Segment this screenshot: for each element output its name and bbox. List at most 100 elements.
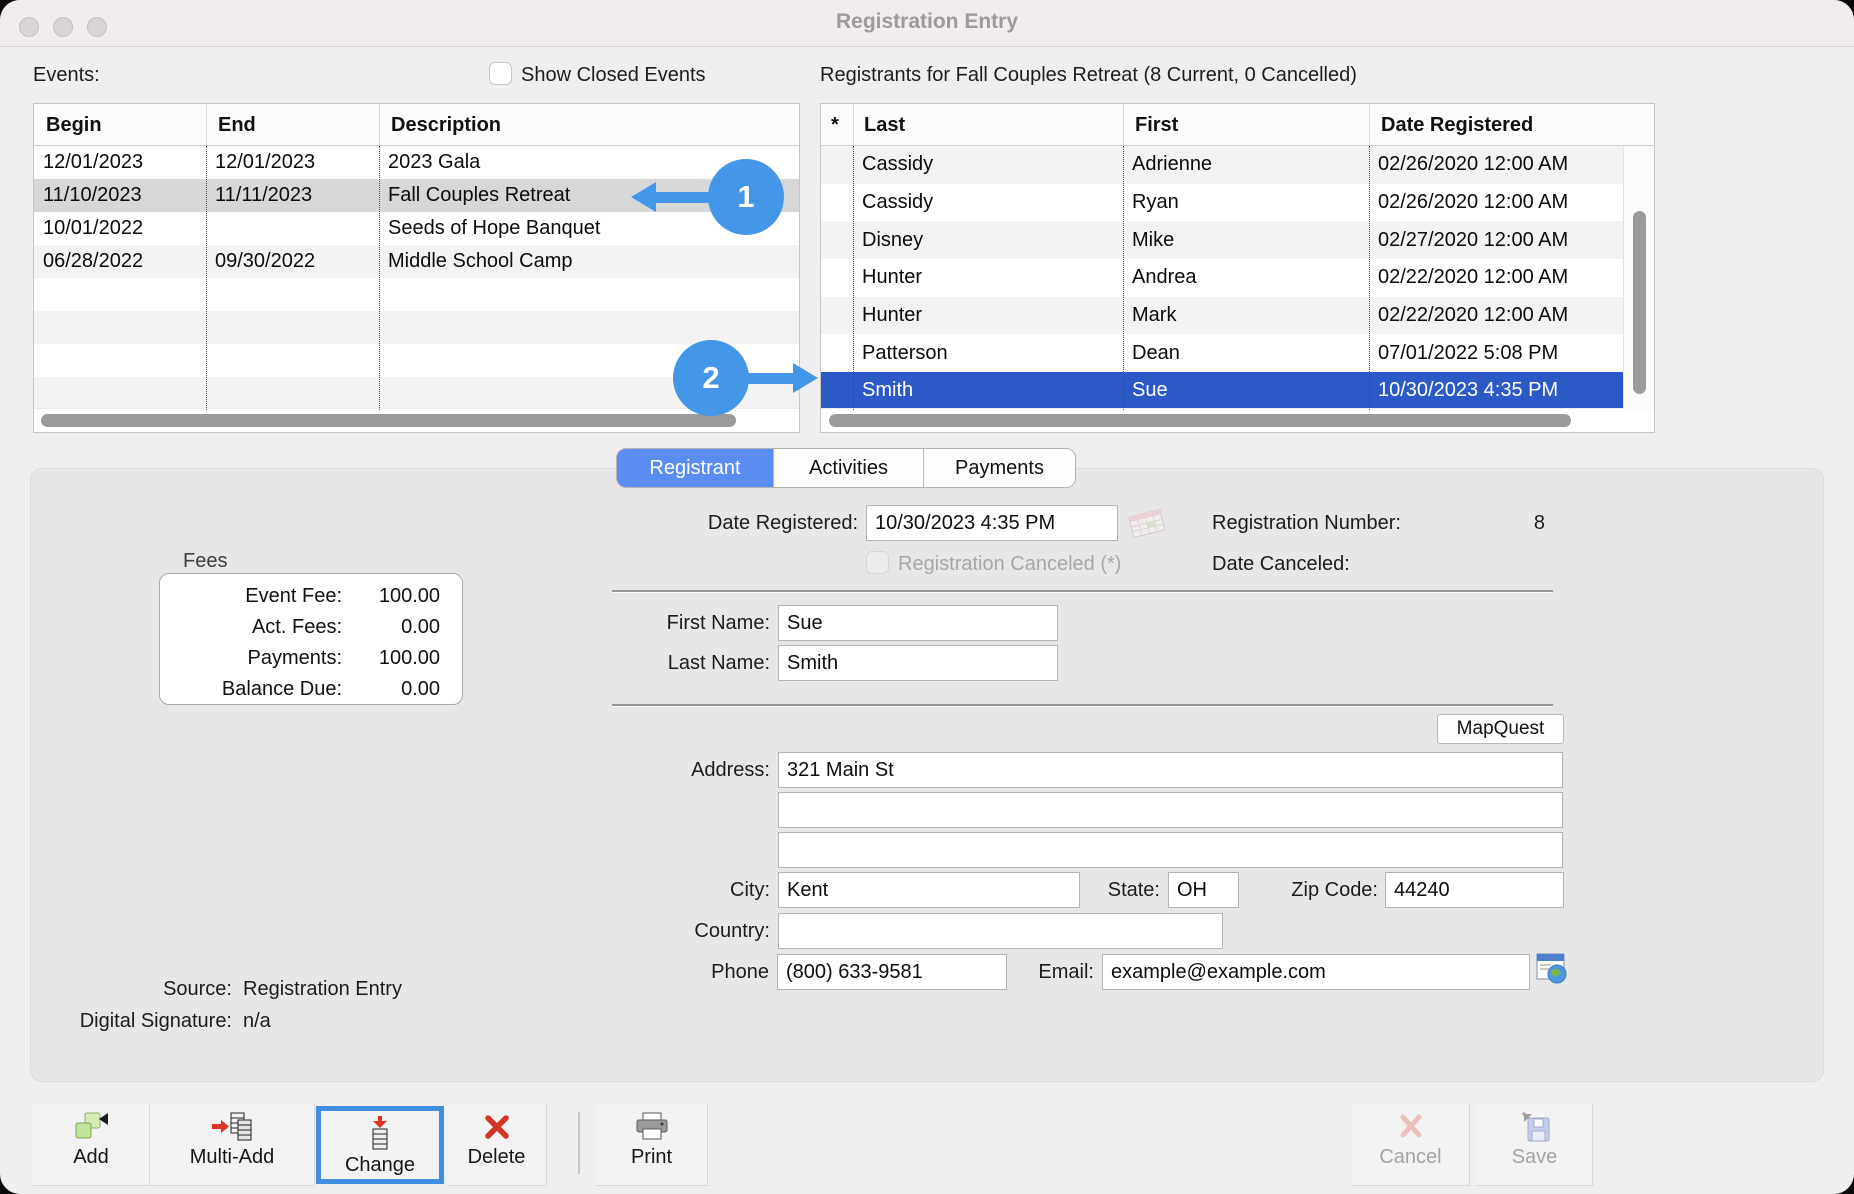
fee-value: 100.00 [379,585,440,608]
print-button[interactable]: Print [596,1104,708,1186]
source-label: Source: [20,978,232,1001]
column-separator [853,104,854,146]
events-table-header: Begin End Description [34,104,799,146]
cancel-button[interactable]: Cancel [1352,1104,1470,1186]
change-button[interactable]: Change [316,1106,444,1184]
registrant-row[interactable]: Hunter Andrea 02/22/2020 12:00 AM [821,259,1624,297]
registrants-table: * Last First Date Registered Cassidy Adr… [820,103,1655,433]
registrants-header-label: Registrants for Fall Couples Retreat (8 … [820,64,1357,87]
column-separator [206,104,207,146]
registrant-row-selected[interactable]: Smith Sue 10/30/2023 4:35 PM [821,372,1624,410]
multi-add-button[interactable]: Multi-Add [150,1104,315,1186]
event-end: 09/30/2022 [206,250,379,273]
add-button[interactable]: Add [33,1104,150,1186]
scrollbar-thumb[interactable] [829,414,1571,427]
email-client-icon[interactable] [1536,951,1568,985]
event-row-empty [34,311,799,344]
email-input[interactable] [1102,954,1530,990]
address-line1-input[interactable] [778,752,1563,788]
column-separator [1369,146,1370,410]
callout-2-arrowhead [793,363,818,393]
events-label: Events: [33,64,100,87]
city-label: City: [520,879,770,902]
scrollbar-thumb[interactable] [41,414,736,427]
phone-input[interactable] [777,954,1007,990]
last-name-input[interactable] [778,645,1058,681]
country-label: Country: [520,920,770,943]
registrants-vertical-scrollbar[interactable] [1623,146,1654,410]
country-input[interactable] [778,913,1223,949]
event-row[interactable]: 10/01/2022 Seeds of Hope Banquet [34,212,799,245]
event-begin: 06/28/2022 [34,250,206,273]
show-closed-events-label: Show Closed Events [521,64,706,87]
fees-box: Event Fee: 100.00 Act. Fees: 0.00 Paymen… [159,573,463,705]
event-row[interactable]: 06/28/2022 09/30/2022 Middle School Camp [34,245,799,278]
registrant-row[interactable]: Patterson Dean 07/01/2022 5:08 PM [821,334,1624,372]
registrant-last: Hunter [853,304,1123,327]
callout-2-badge: 2 [673,340,749,416]
zip-code-input[interactable] [1385,872,1564,908]
registrants-col-last: Last [855,104,1085,146]
registrant-row[interactable]: Cassidy Adrienne 02/26/2020 12:00 AM [821,146,1624,184]
tab-registrant[interactable]: Registrant [617,449,774,487]
source-value: Registration Entry [243,978,402,1001]
registrants-col-date: Date Registered [1372,104,1612,146]
callout-1-arrowhead [631,182,656,212]
event-end: 11/11/2023 [206,184,379,207]
registrant-last: Hunter [853,266,1123,289]
registrant-last: Cassidy [853,191,1123,214]
multi-add-icon [210,1112,254,1142]
digital-signature-label: Digital Signature: [20,1010,232,1033]
event-row-empty [34,278,799,311]
date-registered-input[interactable] [866,505,1118,541]
registrants-table-body: Cassidy Adrienne 02/26/2020 12:00 AM Cas… [821,146,1624,410]
events-col-description: Description [382,104,762,146]
registrant-row[interactable]: Hunter Mark 02/22/2020 12:00 AM [821,297,1624,335]
registrant-first: Dean [1123,342,1369,365]
registration-number-label: Registration Number: [1212,512,1401,535]
window-title: Registration Entry [0,10,1854,34]
email-label: Email: [1000,961,1094,984]
registrant-last: Cassidy [853,153,1123,176]
delete-x-icon [482,1112,512,1142]
add-icon [72,1112,110,1142]
fee-value: 100.00 [379,647,440,670]
save-button[interactable]: Save [1477,1104,1593,1186]
title-bar: Registration Entry [0,0,1854,47]
first-name-label: First Name: [520,612,770,635]
registrant-row[interactable]: Cassidy Ryan 02/26/2020 12:00 AM [821,184,1624,222]
digital-signature-value: n/a [243,1010,271,1033]
registration-number-value: 8 [1400,512,1545,535]
address-line3-input[interactable] [778,832,1563,868]
registrants-col-star: * [822,104,850,146]
date-canceled-label: Date Canceled: [1212,553,1350,576]
mapquest-button[interactable]: MapQuest [1437,714,1564,744]
registrants-horizontal-scrollbar[interactable] [821,408,1624,432]
tab-bar: Registrant Activities Payments [616,448,1076,488]
change-icon [368,1116,392,1150]
scrollbar-thumb[interactable] [1633,211,1646,394]
registrant-date: 02/26/2020 12:00 AM [1369,191,1624,214]
tab-activities[interactable]: Activities [774,449,924,487]
fees-title: Fees [183,550,227,573]
city-input[interactable] [778,872,1080,908]
tab-payments[interactable]: Payments [924,449,1075,487]
registrant-date: 02/22/2020 12:00 AM [1369,304,1624,327]
column-separator [1369,104,1370,146]
column-separator [853,146,854,410]
state-label: State: [1060,879,1160,902]
address-line2-input[interactable] [778,792,1563,828]
registrant-row[interactable]: Disney Mike 02/27/2020 12:00 AM [821,221,1624,259]
delete-button[interactable]: Delete [447,1104,547,1186]
events-horizontal-scrollbar[interactable] [34,408,799,432]
event-row[interactable]: 12/01/2023 12/01/2023 2023 Gala [34,146,799,179]
registrant-date: 02/26/2020 12:00 AM [1369,153,1624,176]
fee-label: Payments: [248,647,342,670]
first-name-input[interactable] [778,605,1058,641]
registrant-last: Disney [853,229,1123,252]
show-closed-events-checkbox[interactable] [489,62,512,85]
fee-label: Event Fee: [245,585,342,608]
registrants-col-first: First [1126,104,1346,146]
date-registered-label: Date Registered: [600,512,858,535]
state-input[interactable] [1168,872,1239,908]
